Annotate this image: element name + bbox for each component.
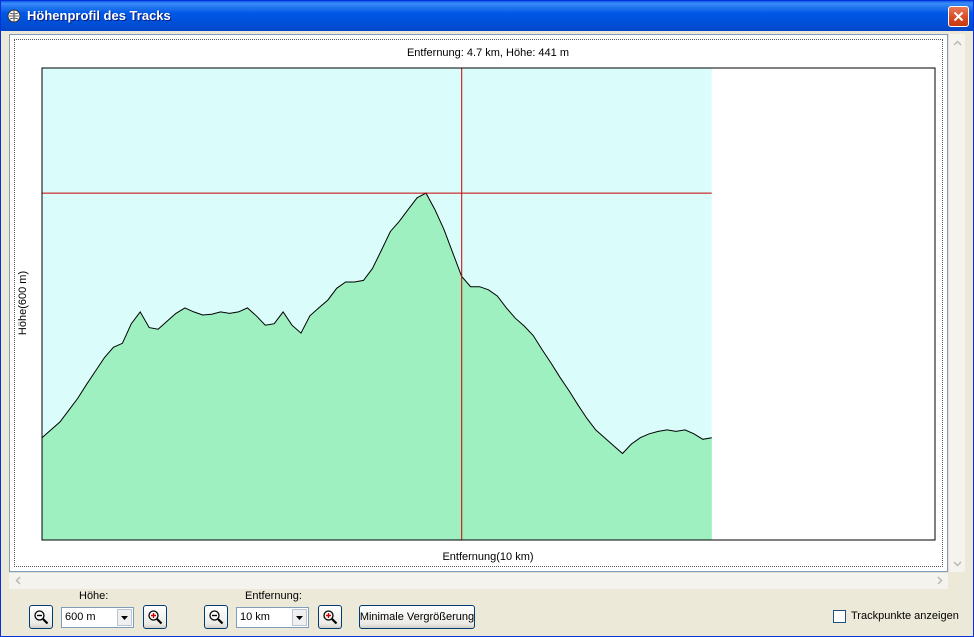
profile-canvas[interactable]: Entfernung: 4.7 km, Höhe: 441 m Entfernu… bbox=[9, 34, 948, 572]
distance-scale-dropdown[interactable] bbox=[292, 609, 307, 626]
distance-scale-value: 10 km bbox=[240, 611, 270, 623]
distance-zoom-out-button[interactable] bbox=[204, 605, 228, 629]
zoom-out-icon bbox=[209, 610, 224, 625]
height-zoom-out-button[interactable] bbox=[29, 605, 53, 629]
minimal-zoom-label: Minimale Vergrößerung bbox=[359, 611, 475, 623]
app-icon bbox=[7, 9, 21, 23]
chevron-down-icon bbox=[296, 615, 303, 620]
close-icon bbox=[953, 11, 964, 22]
chevron-right-icon bbox=[936, 576, 943, 585]
scroll-down-button[interactable] bbox=[950, 556, 965, 571]
height-label: Höhe: bbox=[79, 590, 109, 602]
horizontal-scrollbar[interactable] bbox=[9, 572, 948, 589]
scroll-right-button[interactable] bbox=[932, 573, 947, 588]
height-scale-value: 600 m bbox=[65, 611, 96, 623]
height-scale-select[interactable]: 600 m bbox=[61, 607, 134, 628]
window-title: Höhenprofil des Tracks bbox=[27, 8, 171, 23]
chevron-down-icon bbox=[121, 615, 128, 620]
zoom-in-icon bbox=[148, 610, 163, 625]
y-axis-label: Höhe(600 m) bbox=[17, 271, 29, 335]
elevation-profile-window: Höhenprofil des Tracks Entfernung: 4.7 k… bbox=[0, 0, 974, 637]
x-axis-label: Entfernung(10 km) bbox=[442, 551, 533, 563]
elevation-chart[interactable]: Entfernung: 4.7 km, Höhe: 441 m Entfernu… bbox=[10, 35, 947, 571]
trackpoints-label[interactable]: Trackpunkte anzeigen bbox=[851, 610, 959, 622]
close-button[interactable] bbox=[948, 6, 969, 27]
scroll-left-button[interactable] bbox=[10, 573, 25, 588]
chevron-left-icon bbox=[14, 576, 21, 585]
distance-zoom-in-button[interactable] bbox=[318, 605, 342, 629]
distance-scale-select[interactable]: 10 km bbox=[236, 607, 309, 628]
distance-label: Entfernung: bbox=[245, 590, 302, 602]
zoom-in-icon bbox=[323, 610, 338, 625]
chevron-down-icon bbox=[953, 560, 962, 567]
chevron-up-icon bbox=[953, 39, 962, 46]
zoom-out-icon bbox=[34, 610, 49, 625]
trackpoints-checkbox[interactable] bbox=[833, 610, 846, 623]
minimal-zoom-button[interactable]: Minimale Vergrößerung bbox=[359, 605, 475, 629]
vertical-scrollbar[interactable] bbox=[948, 34, 965, 572]
scroll-up-button[interactable] bbox=[950, 35, 965, 50]
cursor-readout: Entfernung: 4.7 km, Höhe: 441 m bbox=[407, 47, 569, 59]
height-scale-dropdown[interactable] bbox=[117, 609, 132, 626]
height-zoom-in-button[interactable] bbox=[143, 605, 167, 629]
title-bar[interactable]: Höhenprofil des Tracks bbox=[1, 1, 973, 31]
